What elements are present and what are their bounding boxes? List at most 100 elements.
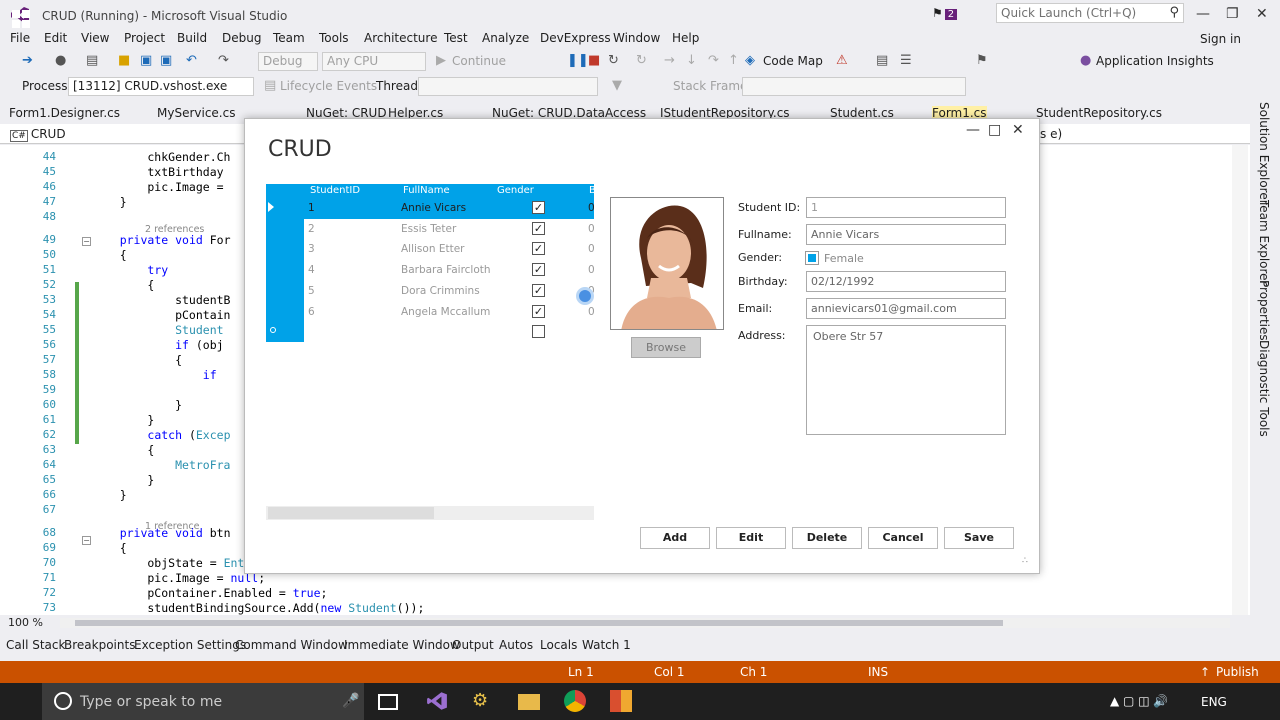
menu-view[interactable]: View [81, 31, 109, 45]
code-line[interactable]: } [92, 473, 154, 487]
menu-team[interactable]: Team [273, 31, 305, 45]
delete-button[interactable]: Delete [792, 527, 862, 549]
chrome-icon[interactable] [564, 690, 586, 712]
continue-button[interactable]: Continue [452, 54, 506, 68]
application-insights-button[interactable]: Application Insights [1096, 54, 1214, 68]
gender-checkbox[interactable] [805, 251, 819, 265]
code-line[interactable]: if (obj [92, 338, 223, 352]
task-view-icon[interactable] [378, 694, 398, 710]
visual-studio-taskbar-icon[interactable] [426, 690, 448, 712]
code-line[interactable]: pContainer.Enabled = true; [92, 586, 327, 600]
code-line[interactable]: studentB [92, 293, 230, 307]
tab-command-window[interactable]: Command Window [235, 638, 348, 652]
code-line[interactable]: if [92, 368, 217, 382]
bookmark-icon[interactable]: ⚑ [976, 53, 988, 68]
tab-immediate-window[interactable]: Immediate Window [344, 638, 460, 652]
sign-in-link[interactable]: Sign in [1200, 32, 1241, 46]
code-line[interactable]: } [92, 195, 127, 209]
new-row-gender-checkbox[interactable] [532, 325, 545, 338]
menu-build[interactable]: Build [177, 31, 207, 45]
code-line[interactable]: pContain [92, 308, 230, 322]
new-project-icon[interactable]: ▤ [86, 53, 98, 68]
code-line[interactable]: Student [92, 323, 223, 337]
tab-autos[interactable]: Autos [499, 638, 533, 652]
lifecycle-events-button[interactable]: Lifecycle Events [280, 79, 377, 93]
close-button[interactable]: ✕ [1256, 6, 1268, 22]
project-dropdown[interactable]: C# CRUD [10, 127, 66, 142]
menu-tools[interactable]: Tools [319, 31, 349, 45]
code-line[interactable]: { [92, 443, 154, 457]
code-line[interactable]: pic.Image = null; [92, 571, 265, 585]
collapse-toggle[interactable]: − [82, 536, 91, 545]
cell-gender-checkbox[interactable]: ✓ [532, 242, 545, 256]
code-line[interactable]: studentBindingSource.Add(new Student()); [92, 601, 424, 615]
quick-launch-input[interactable]: Quick Launch (Ctrl+Q) ⚲ [996, 3, 1184, 23]
member-dropdown[interactable]: s e) [1040, 127, 1062, 141]
tab-myservice[interactable]: MyService.cs [157, 106, 235, 120]
maximize-button[interactable]: ❐ [1226, 6, 1239, 22]
comment-icon[interactable]: ☰ [900, 53, 912, 68]
table-row[interactable]: 3 Allison Etter ✓ 0 [304, 239, 595, 260]
collapse-toggle[interactable]: − [82, 237, 91, 246]
forward-icon[interactable]: ● [55, 53, 66, 68]
table-row[interactable]: 2 Essis Teter ✓ 0 [304, 219, 595, 240]
menu-project[interactable]: Project [124, 31, 165, 45]
tab-studentrepository[interactable]: StudentRepository.cs [1036, 106, 1162, 120]
table-row[interactable]: 5Dora Crimmins✓0 [304, 281, 595, 302]
tab-breakpoints[interactable]: Breakpoints [64, 638, 135, 652]
code-line[interactable]: { [92, 541, 127, 555]
column-header-studentid[interactable]: StudentID [310, 185, 360, 196]
filter-icon[interactable]: ▼ [612, 78, 622, 93]
code-line[interactable]: chkGender.Ch [92, 150, 230, 164]
exception-icon[interactable]: ⚠ [836, 53, 848, 68]
tab-form1-designer[interactable]: Form1.Designer.cs [9, 106, 120, 120]
save-all-icon[interactable]: ▣ [160, 53, 172, 68]
menu-help[interactable]: Help [672, 31, 699, 45]
resize-grip-icon[interactable]: ∴ [1022, 556, 1028, 566]
menu-edit[interactable]: Edit [44, 31, 67, 45]
add-button[interactable]: Add [640, 527, 710, 549]
continue-icon[interactable]: ▶ [436, 53, 446, 68]
menu-devexpress[interactable]: DevExpress [540, 31, 611, 45]
cell-gender-checkbox[interactable]: ✓ [532, 221, 545, 235]
menu-architecture[interactable]: Architecture [364, 31, 437, 45]
minimize-button[interactable]: — [1196, 6, 1210, 22]
menu-window[interactable]: Window [613, 31, 660, 45]
table-row[interactable]: 4 Barbara Faircloth ✓ 0 [304, 260, 595, 281]
cell-gender-checkbox[interactable]: ✓ [532, 201, 545, 214]
zoom-level[interactable]: 100 % [0, 616, 50, 631]
tab-output[interactable]: Output [452, 638, 494, 652]
tools-taskbar-icon[interactable]: ⚙ [472, 690, 494, 712]
crud-close-button[interactable]: ✕ [1012, 122, 1024, 138]
step-out-icon[interactable]: ↷ [708, 53, 719, 68]
column-header-gender[interactable]: Gender [497, 185, 534, 196]
code-line[interactable]: } [92, 413, 154, 427]
code-line[interactable]: try [92, 263, 168, 277]
code-map-button[interactable]: Code Map [763, 54, 823, 68]
menu-test[interactable]: Test [444, 31, 468, 45]
align-icon[interactable]: ▤ [876, 53, 888, 68]
code-line[interactable]: { [92, 248, 127, 262]
save-icon[interactable]: ▣ [140, 53, 152, 68]
menu-file[interactable]: File [10, 31, 30, 45]
fullname-field[interactable]: Annie Vicars [806, 224, 1006, 245]
student-id-field[interactable]: 1 [806, 197, 1006, 218]
side-tab-solution-explorer[interactable]: Solution Explorer [1257, 102, 1271, 205]
tab-exception-settings[interactable]: Exception Settings [134, 638, 246, 652]
side-tab-diagnostic-tools[interactable]: Diagnostic Tools [1257, 340, 1271, 437]
configuration-select[interactable]: Debug [258, 52, 318, 71]
column-header-birthday[interactable]: B [589, 185, 596, 196]
code-line[interactable]: } [92, 398, 182, 412]
crud-maximize-button[interactable]: □ [988, 122, 1001, 138]
stack-frame-select[interactable] [742, 77, 966, 96]
table-row[interactable]: 1 Annie Vicars ✓ 0 [304, 198, 595, 219]
crud-minimize-button[interactable]: — [966, 122, 980, 138]
application-insights-icon[interactable]: ● [1080, 53, 1091, 68]
cancel-button[interactable]: Cancel [868, 527, 938, 549]
code-line[interactable]: pic.Image = [92, 180, 223, 194]
restart-icon[interactable]: ↻ [608, 53, 619, 68]
browse-button[interactable]: Browse [631, 337, 701, 358]
vertical-scrollbar[interactable] [1232, 145, 1248, 615]
platform-select[interactable]: Any CPU [322, 52, 426, 71]
code-line[interactable]: private void For [92, 233, 231, 247]
